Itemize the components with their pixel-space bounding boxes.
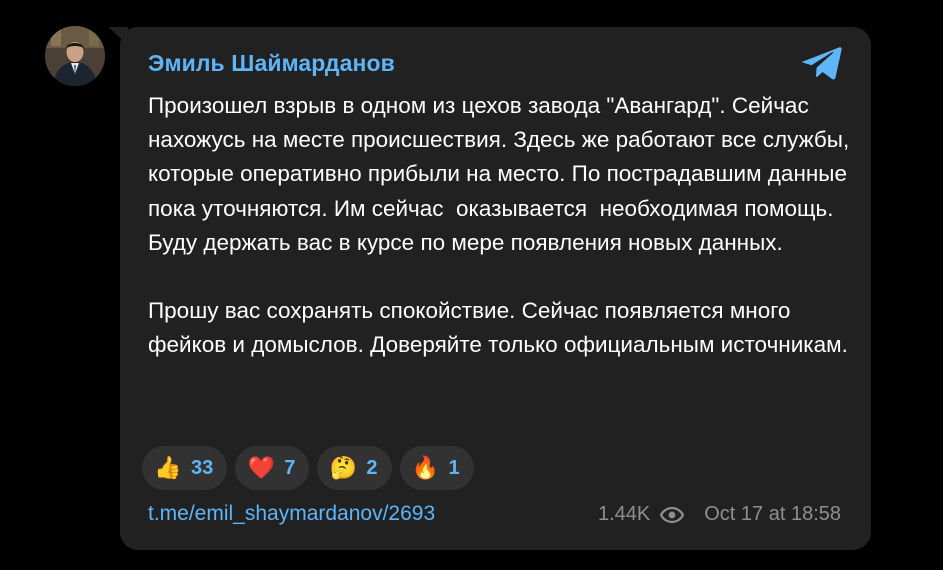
view-count: 1.44K <box>597 503 651 525</box>
message-bubble: Эмиль Шаймарданов Произошел взрыв в одно… <box>120 27 871 550</box>
post-timestamp: Oct 17 at 18:58 <box>704 503 841 525</box>
reaction-count: 33 <box>191 456 214 479</box>
author-name[interactable]: Эмиль Шаймарданов <box>148 50 395 77</box>
message-text: Произошел взрыв в одном из цехов завода … <box>148 89 858 362</box>
avatar-image <box>45 26 105 86</box>
reaction-count: 2 <box>366 456 378 479</box>
reaction-fire[interactable]: 🔥 1 <box>399 446 474 490</box>
message-paragraph: Произошел взрыв в одном из цехов завода … <box>148 93 856 255</box>
avatar[interactable] <box>45 26 105 86</box>
reaction-heart[interactable]: ❤️ 7 <box>235 446 310 490</box>
fire-icon: 🔥 <box>411 455 440 480</box>
post-link[interactable]: t.me/emil_shaymardanov/2693 <box>148 502 435 526</box>
heart-icon: ❤️ <box>247 455 275 480</box>
reaction-count: 1 <box>448 456 460 479</box>
thinking-face-icon: 🤔 <box>329 455 358 480</box>
reaction-count: 7 <box>284 456 296 479</box>
telegram-icon[interactable] <box>801 45 843 81</box>
reaction-thumbs-up[interactable]: 👍 33 <box>142 446 228 490</box>
message-paragraph: Прошу вас сохранять спокойствие. Сейчас … <box>148 298 848 358</box>
post-meta: 1.44K Oct 17 at 18:58 <box>598 503 841 526</box>
reactions-bar: 👍 33 ❤️ 7 🤔 2 🔥 1 <box>142 446 474 490</box>
thumbs-up-icon: 👍 <box>154 455 182 480</box>
eye-icon <box>660 506 685 523</box>
reaction-thinking[interactable]: 🤔 2 <box>317 446 392 490</box>
